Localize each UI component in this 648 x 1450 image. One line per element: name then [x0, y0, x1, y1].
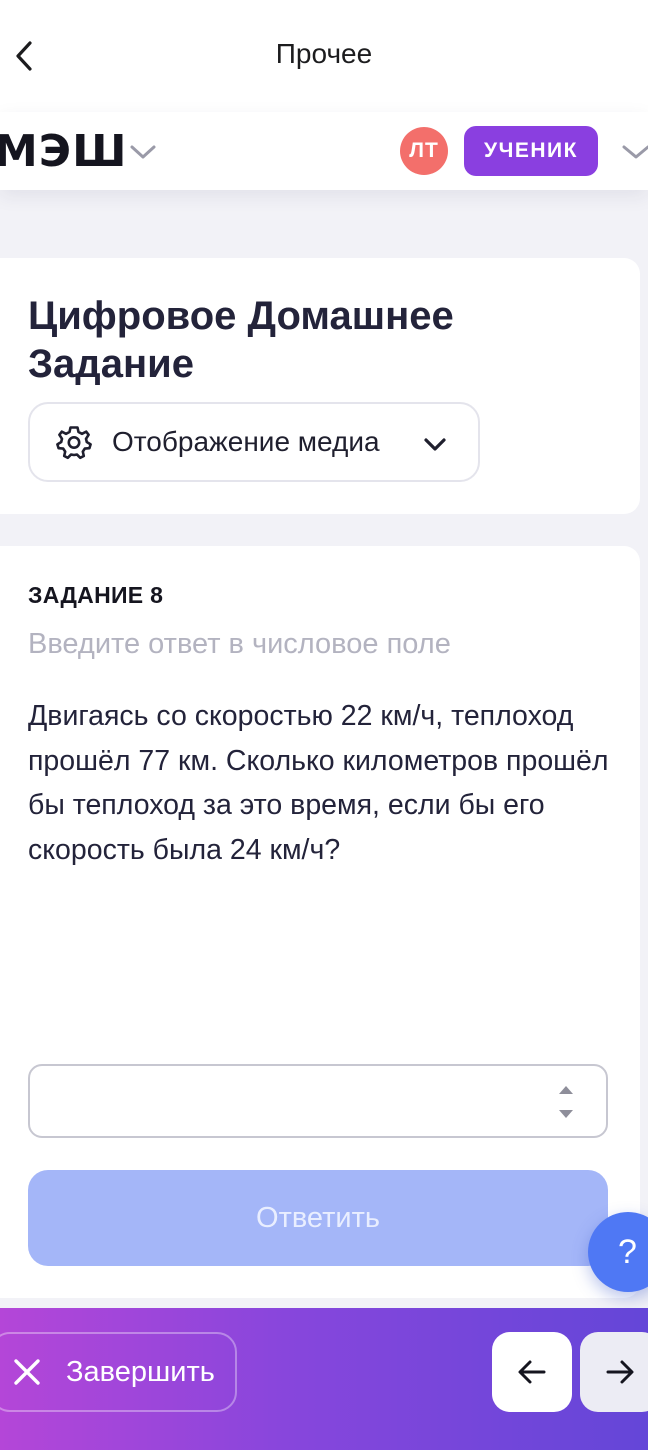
arrow-left-icon: [518, 1360, 546, 1384]
logo[interactable]: МЭШ: [0, 126, 127, 177]
bottom-bar: Завершить: [0, 1308, 648, 1450]
close-icon: [14, 1359, 40, 1385]
app-bar: МЭШ ЛТ УЧЕНИК: [0, 112, 648, 190]
previous-task-button[interactable]: [492, 1332, 572, 1412]
gear-icon: [56, 426, 92, 460]
task-text: Двигаясь со скоростью 22 км/ч, теплоход …: [28, 700, 609, 866]
role-badge[interactable]: УЧЕНИК: [464, 126, 598, 176]
task-number: ЗАДАНИЕ 8: [28, 582, 164, 608]
task-hint: Введите ответ в числовое поле: [28, 628, 451, 660]
avatar[interactable]: ЛТ: [400, 127, 448, 175]
top-bar: Прочее: [0, 0, 648, 112]
media-display-select[interactable]: Отображение медиа: [28, 402, 480, 482]
finish-label: Завершить: [66, 1355, 215, 1388]
finish-button[interactable]: Завершить: [0, 1332, 237, 1412]
submit-answer-button[interactable]: Ответить: [28, 1170, 608, 1266]
next-task-button[interactable]: [580, 1332, 648, 1412]
number-stepper-icon[interactable]: [556, 1082, 576, 1122]
answer-field[interactable]: [28, 1064, 608, 1138]
media-display-label: Отображение медиа: [112, 426, 380, 457]
page-header-title: Прочее: [275, 38, 373, 69]
arrow-right-icon: [606, 1360, 634, 1384]
page-title: Цифровое Домашнее Задание: [28, 294, 454, 386]
answer-input[interactable]: [30, 1066, 606, 1136]
chevron-down-icon[interactable]: [128, 140, 158, 164]
chevron-down-icon: [424, 438, 446, 451]
chevron-down-icon[interactable]: [620, 140, 648, 164]
